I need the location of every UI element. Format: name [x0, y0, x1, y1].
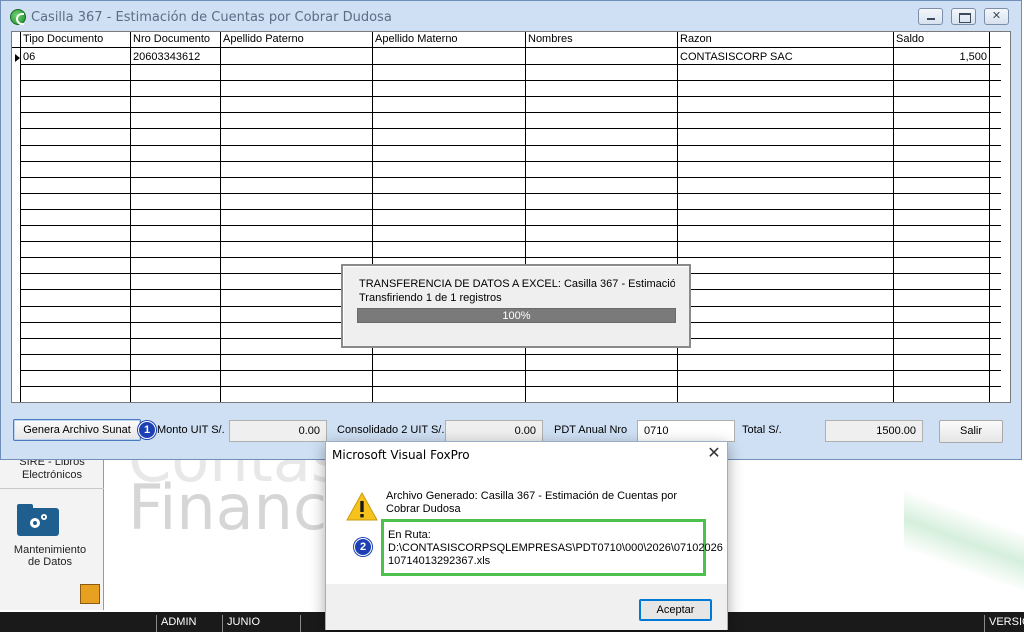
- watermark-bottom: Financ: [128, 471, 328, 544]
- dialog-message-line2: Cobrar Dudosa: [386, 503, 461, 515]
- col-header-nombres[interactable]: Nombres: [526, 33, 573, 45]
- pdt-label: PDT Anual Nro: [554, 424, 628, 436]
- message-dialog: Microsoft Visual FoxPro ✕ Archivo Genera…: [325, 441, 728, 630]
- grid-right-margin: [1001, 32, 1010, 402]
- warning-icon: [346, 492, 378, 521]
- path-label: En Ruta:: [388, 529, 431, 541]
- maximize-icon: [952, 9, 975, 24]
- app-icon: [10, 9, 26, 25]
- consolidado-label: Consolidado 2 UIT S/.: [337, 424, 445, 436]
- settings-shortcut-icon[interactable]: [80, 584, 100, 604]
- grid-row-line: [21, 257, 1001, 258]
- genera-archivo-button[interactable]: Genera Archivo Sunat: [13, 419, 141, 441]
- dialog-message: Archivo Generado: Casilla 367 - Estimaci…: [386, 490, 706, 516]
- total-field[interactable]: 1500.00: [825, 420, 923, 442]
- background-decoration: [904, 452, 1024, 610]
- col-header-materno[interactable]: Apellido Materno: [373, 33, 458, 45]
- total-label: Total S/.: [742, 424, 782, 436]
- grid-row-line: [21, 112, 1001, 113]
- pdt-field[interactable]: 0710: [637, 420, 735, 442]
- grid-line: [130, 32, 131, 402]
- aceptar-button[interactable]: Aceptar: [639, 599, 712, 621]
- col-header-paterno[interactable]: Apellido Paterno: [221, 33, 304, 45]
- dialog-message-line1: Archivo Generado: Casilla 367 - Estimaci…: [386, 490, 678, 502]
- grid-line: [893, 32, 894, 402]
- grid-row-line: [21, 80, 1001, 81]
- grid-row-line: [21, 209, 1001, 210]
- maximize-button[interactable]: [951, 8, 976, 25]
- col-header-nro[interactable]: Nro Documento: [131, 33, 210, 45]
- gear-folder-icon[interactable]: [15, 502, 61, 538]
- grid-row-line: [21, 193, 1001, 194]
- status-month: JUNIO: [222, 615, 300, 632]
- status-user: ADMIN: [156, 615, 222, 632]
- cell-nro[interactable]: 20603343612: [133, 51, 200, 63]
- grid-row-line: [21, 96, 1001, 97]
- salir-button[interactable]: Salir: [939, 420, 1003, 443]
- col-header-razon[interactable]: Razon: [678, 33, 712, 45]
- title-bar[interactable]: Casilla 367 - Estimación de Cuentas por …: [1, 1, 1021, 31]
- grid-row-line: [21, 177, 1001, 178]
- grid-row-line: [21, 128, 1001, 129]
- cell-saldo[interactable]: 1,500: [896, 51, 987, 63]
- monto-uit-label: Monto UIT S/.: [157, 424, 225, 436]
- status-empty: [300, 615, 326, 632]
- grid-row-line: [21, 354, 1001, 355]
- main-window: Casilla 367 - Estimación de Cuentas por …: [0, 0, 1022, 460]
- grid-row-line: [21, 64, 1001, 65]
- grid-row-line: [21, 386, 1001, 387]
- grid-line: [20, 32, 21, 402]
- status-version: VERSIÓ: [984, 615, 1024, 632]
- monto-uit-field[interactable]: 0.00: [229, 420, 327, 442]
- dialog-close-button[interactable]: ✕: [702, 444, 726, 466]
- progress-dialog: TRANSFERENCIA DE DATOS A EXCEL: Casilla …: [341, 264, 691, 348]
- consolidado-field[interactable]: 0.00: [445, 420, 543, 442]
- grid-row-line: [21, 225, 1001, 226]
- grid-row-line: [21, 145, 1001, 146]
- col-header-tipo[interactable]: Tipo Documento: [21, 33, 103, 45]
- path-line1: D:\CONTASISCORPSQLEMPRESAS\PDT0710\000\2…: [388, 542, 723, 554]
- cell-tipo[interactable]: 06: [23, 51, 35, 63]
- minimize-button[interactable]: [918, 8, 943, 25]
- mantenimiento-label-1: Mantenimiento: [13, 544, 87, 556]
- step-badge-1: 1: [138, 421, 156, 439]
- minimize-icon: [919, 9, 942, 24]
- grid-line: [220, 32, 221, 402]
- grid-row-line: [21, 370, 1001, 371]
- side-menu: SIRE - Libros Electrónicos Mantenimiento…: [0, 452, 104, 610]
- grid-row-line: [21, 241, 1001, 242]
- progress-bar: 100%: [357, 308, 676, 323]
- close-button[interactable]: ✕: [984, 8, 1009, 25]
- grid-row-line: [21, 402, 1001, 403]
- dialog-title-bar[interactable]: Microsoft Visual FoxPro ✕: [326, 442, 727, 468]
- close-icon: ✕: [991, 10, 1002, 22]
- step-badge-2: 2: [354, 538, 372, 556]
- dialog-title: Microsoft Visual FoxPro: [332, 448, 470, 462]
- grid-line: [989, 32, 990, 402]
- grid-row-line: [21, 161, 1001, 162]
- progress-title: TRANSFERENCIA DE DATOS A EXCEL: Casilla …: [359, 278, 675, 290]
- progress-percent: 100%: [502, 310, 531, 322]
- window-title: Casilla 367 - Estimación de Cuentas por …: [31, 10, 392, 25]
- mantenimiento-label-2: de Datos: [27, 556, 73, 568]
- current-row-marker: [15, 54, 20, 62]
- col-header-saldo[interactable]: Saldo: [894, 33, 924, 45]
- menu-item-mantenimiento[interactable]: Mantenimiento de Datos: [0, 544, 100, 568]
- path-highlight-box: En Ruta: D:\CONTASISCORPSQLEMPRESAS\PDT0…: [381, 519, 723, 576]
- progress-status: Transfiriendo 1 de 1 registros: [359, 292, 502, 304]
- menu-divider: [0, 488, 104, 489]
- cell-razon[interactable]: CONTASISCORP SAC: [680, 51, 793, 63]
- path-line2: 10714013292367.xls: [388, 555, 491, 567]
